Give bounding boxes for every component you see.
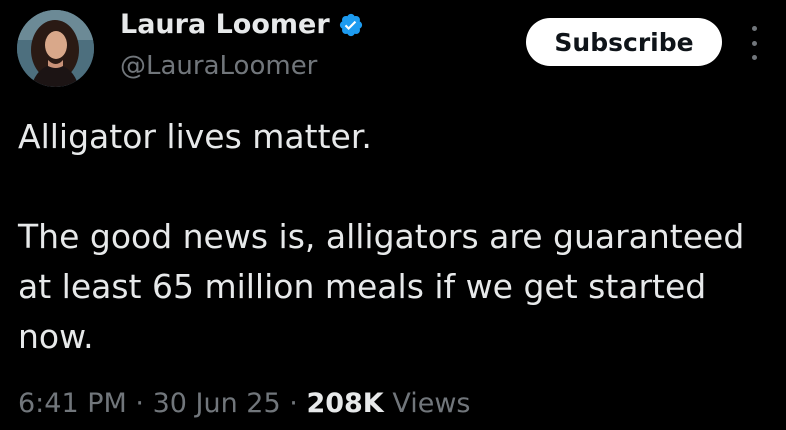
dot	[751, 40, 757, 46]
subscribe-button[interactable]: Subscribe	[526, 18, 722, 66]
dot	[751, 26, 757, 31]
more-options-icon[interactable]	[742, 26, 766, 60]
avatar[interactable]	[17, 10, 94, 87]
tweet-date[interactable]: 30 Jun 25	[153, 388, 281, 419]
separator: ·	[289, 388, 298, 419]
author-handle[interactable]: @LauraLoomer	[120, 50, 317, 82]
tweet-paragraph: The good news is, alligators are guarant…	[18, 217, 745, 356]
tweet-meta: 6:41 PM · 30 Jun 25 · 208K Views	[18, 384, 470, 424]
display-name[interactable]: Laura Loomer	[120, 8, 330, 42]
tweet-text: Alligator lives matter. The good news is…	[18, 112, 778, 362]
tweet-time[interactable]: 6:41 PM	[18, 388, 127, 419]
separator: ·	[135, 388, 144, 419]
tweet-paragraph: Alligator lives matter.	[18, 117, 372, 156]
views-count: 208K	[306, 388, 384, 419]
dot	[751, 55, 757, 60]
views-label: Views	[392, 388, 471, 419]
profile-photo	[17, 10, 94, 87]
author-name-row: Laura Loomer	[120, 8, 364, 42]
verified-badge-icon[interactable]	[338, 12, 364, 38]
